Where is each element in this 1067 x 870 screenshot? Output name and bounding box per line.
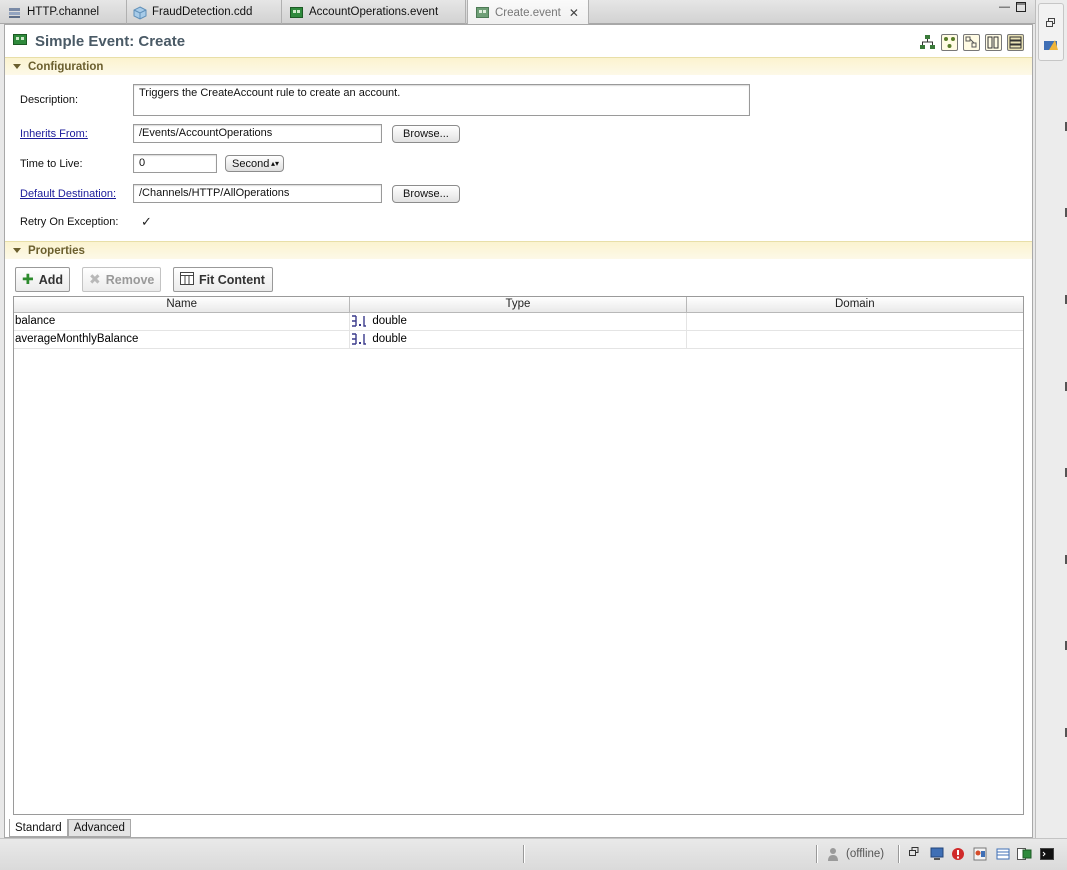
restore-icon[interactable] [909,847,923,861]
retry-label: Retry On Exception: [20,216,119,228]
terminal-icon[interactable] [1040,847,1054,861]
description-row: Description: Triggers the CreateAccount … [20,84,750,116]
minimize-icon[interactable]: — [999,1,1010,13]
tab-label: FraudDetection.cdd [152,6,253,18]
channel-icon [8,6,21,19]
property-domain-cell[interactable] [687,313,1023,330]
inherits-browse-button[interactable]: Browse... [392,124,460,143]
tab-account-operations[interactable]: AccountOperations.event [282,0,466,24]
editor-page-tabs: Standard Advanced [9,819,131,837]
editor-header: Simple Event: Create [5,25,1032,57]
tab-fraud-detection[interactable]: FraudDetection.cdd [127,0,282,24]
default-destination-link[interactable]: Default Destination: [20,188,133,200]
fit-columns-icon [180,271,194,288]
table-row[interactable]: averageMonthlyBalance double [14,331,1023,349]
property-domain-cell[interactable] [687,331,1023,348]
column-header-domain[interactable]: Domain [687,297,1023,312]
tab-label: HTTP.channel [27,6,100,18]
properties-section-header[interactable]: Properties [5,241,1032,259]
properties-view-icon[interactable] [996,847,1010,861]
ttl-label: Time to Live: [20,157,83,170]
collapse-triangle-icon[interactable] [13,64,21,69]
ttl-unit-select[interactable]: Seconds ▴▾ [225,155,284,172]
tab-standard[interactable]: Standard [9,819,68,837]
editor-tab-bar: HTTP.channel FraudDetection.cdd AccountO… [0,0,1035,25]
status-separator [816,845,818,863]
event-icon [13,33,27,49]
cube-icon [133,5,147,20]
tab-http-channel[interactable]: HTTP.channel [0,0,127,24]
minimized-view-stack [1038,3,1064,61]
offline-status: (offline) [846,848,885,860]
status-bar: (offline) [0,838,1067,870]
event-icon [476,6,489,19]
default-destination-field[interactable]: /Channels/HTTP/AllOperations [133,184,382,203]
property-type-cell[interactable]: double [350,331,687,348]
tab-create-event[interactable]: Create.event ✕ [467,0,589,25]
double-type-icon [351,333,368,346]
collapse-triangle-icon[interactable] [13,248,21,253]
status-separator [523,845,525,863]
destination-row: Default Destination: /Channels/HTTP/AllO… [20,184,460,203]
user-icon [827,847,841,861]
retry-checkbox[interactable]: ✓ [141,214,152,230]
problems-view-icon[interactable] [973,847,987,861]
description-label: Description: [20,94,79,106]
inherits-from-field[interactable]: /Events/AccountOperations [133,124,382,143]
ttl-row: Time to Live: 0 Seconds ▴▾ [20,154,284,173]
restore-icon[interactable] [1046,18,1055,30]
property-name-cell[interactable]: averageMonthlyBalance [14,331,351,348]
remove-x-icon: ✖ [89,271,101,287]
table-header: Name Type Domain [14,297,1023,313]
double-type-icon [351,315,368,328]
error-log-icon[interactable] [951,847,965,861]
table-row[interactable]: balance double [14,313,1023,331]
page-title: Simple Event: Create [35,32,186,50]
ttl-field[interactable]: 0 [133,154,217,173]
tab-label: Create.event [495,6,561,19]
updown-arrows-icon: ▴▾ [270,159,279,168]
add-property-button[interactable]: ✚ Add [15,267,70,292]
property-name-cell[interactable]: balance [14,313,351,330]
tab-advanced[interactable]: Advanced [67,819,131,837]
fit-content-button[interactable]: Fit Content [173,267,273,292]
columns-icon[interactable] [985,34,1002,51]
destination-browse-button[interactable]: Browse... [392,184,460,203]
close-icon[interactable]: ✕ [569,6,579,20]
column-header-type[interactable]: Type [350,297,687,312]
property-type-cell[interactable]: double [350,313,687,330]
outline-view-icon[interactable] [1043,38,1059,55]
event-browser-icon[interactable] [1017,847,1032,861]
sequence-diagram-icon[interactable] [963,34,980,51]
right-trim-bar [1035,0,1067,838]
console-view-icon[interactable] [930,847,944,861]
description-field[interactable]: Triggers the CreateAccount rule to creat… [133,84,750,116]
retry-row: Retry On Exception: ✓ [20,214,152,230]
editor-toolbar [919,34,1024,51]
inherits-from-link[interactable]: Inherits From: [20,128,133,140]
tab-label: AccountOperations.event [309,6,439,18]
status-separator [898,845,900,863]
maximize-icon[interactable] [1016,2,1026,15]
form-view-icon[interactable] [1007,34,1024,51]
column-header-name[interactable]: Name [14,297,351,312]
event-editor: Simple Event: Create Configuration Descr… [4,24,1033,838]
plus-icon: ✚ [22,271,34,287]
remove-property-button[interactable]: ✖ Remove [82,267,161,292]
inherits-row: Inherits From: /Events/AccountOperations… [20,124,460,143]
hierarchy-icon[interactable] [919,34,936,51]
configuration-section-header[interactable]: Configuration [5,57,1032,75]
properties-table: Name Type Domain balance double averageM… [13,296,1024,815]
event-icon [290,6,303,19]
dependency-diagram-icon[interactable] [941,34,958,51]
